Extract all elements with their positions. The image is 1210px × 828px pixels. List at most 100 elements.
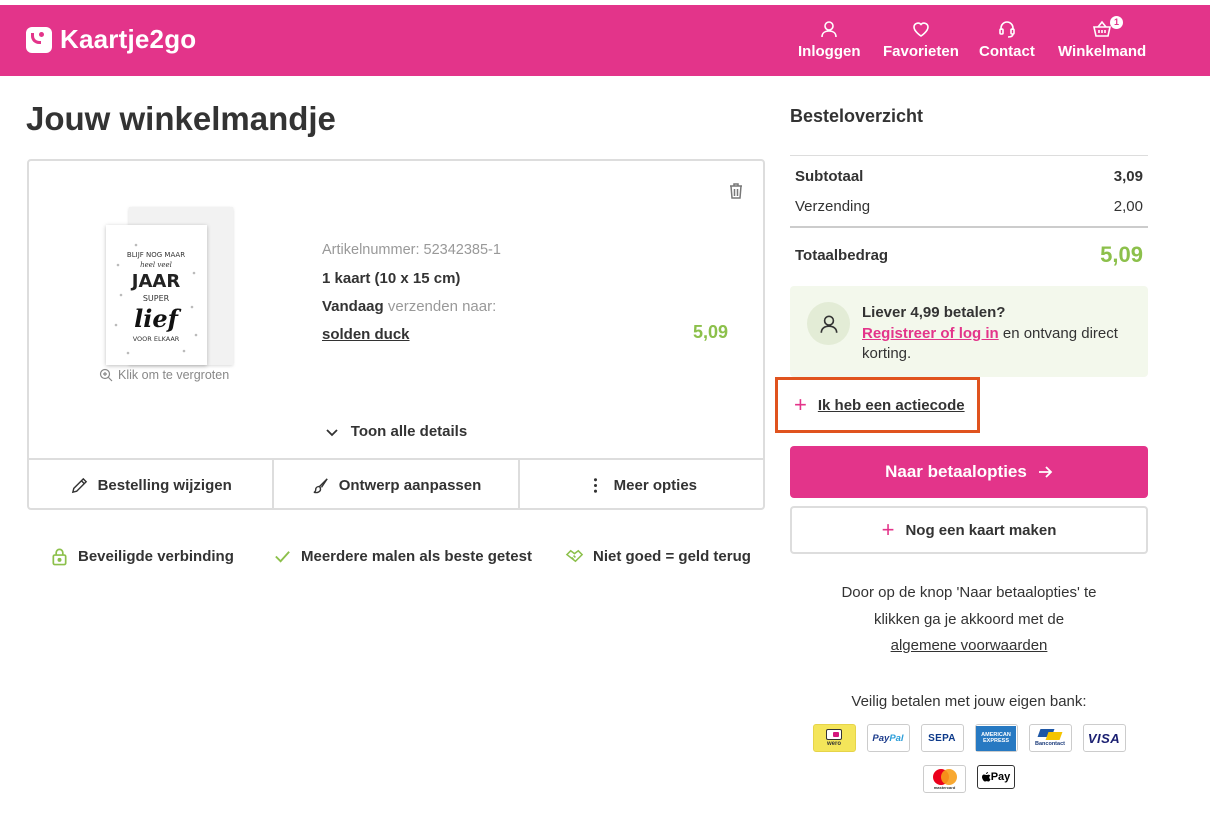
total-label: Totaalbedrag	[795, 246, 889, 264]
summary-title: Besteloverzicht	[790, 106, 924, 126]
wero-icon: wero	[812, 724, 856, 752]
headset-icon	[999, 21, 1015, 38]
handshake-icon	[565, 549, 584, 563]
user-icon	[821, 21, 838, 38]
applepay-icon: Pay	[977, 765, 1015, 789]
payment-methods-row-2: mastercard Pay	[790, 765, 1148, 793]
more-options-button[interactable]: Meer opties	[520, 460, 763, 510]
new-card-button[interactable]: + Nog een kaart maken	[790, 506, 1148, 554]
nav-contact[interactable]: Contact	[979, 19, 1035, 60]
card-art-line-2: heel veel	[140, 261, 172, 269]
check-icon	[275, 551, 290, 563]
article-number: Artikelnummer: 52342385-1	[322, 242, 501, 258]
trash-icon[interactable]	[726, 181, 746, 201]
trust-money-back: Niet goed = geld terug	[565, 547, 751, 566]
checkout-label: Naar betaalopties	[885, 462, 1027, 481]
card-art-line-3: JAAR	[130, 271, 181, 292]
bancontact-icon: Bancontact	[1028, 724, 1072, 752]
summary-divider	[790, 226, 1148, 228]
sepa-icon: SEPA	[920, 724, 964, 752]
amex-icon: AMERICAN EXPRESS	[974, 724, 1018, 752]
zoom-hint-label: Klik om te vergroten	[118, 368, 230, 382]
heart-icon	[913, 22, 929, 37]
terms-notice: Door op de knop 'Naar betaalopties' te k…	[790, 580, 1148, 660]
subtotal-row: Subtotaal 3,09	[795, 168, 1143, 185]
sepa-label: SEPA	[928, 732, 956, 744]
nav-favorites[interactable]: Favorieten	[883, 19, 959, 60]
promo-code-toggle[interactable]: + Ik heb een actiecode	[775, 377, 980, 433]
edit-design-button[interactable]: Ontwerp aanpassen	[274, 460, 520, 510]
plus-icon: +	[881, 517, 895, 542]
card-actions: Bestelling wijzigen Ontwerp aanpassen Me…	[29, 458, 763, 510]
more-vertical-icon	[593, 477, 597, 493]
paypal-label-a: Pay	[872, 732, 890, 744]
register-login-link[interactable]: Registreer of log in	[862, 325, 999, 342]
nav-cart-label: Winkelmand	[1058, 43, 1147, 60]
apple-icon	[981, 771, 991, 781]
nav-contact-label: Contact	[979, 43, 1035, 60]
checkout-button[interactable]: Naar betaalopties	[790, 446, 1148, 498]
more-options-label: Meer opties	[613, 476, 697, 494]
terms-line-2: klikken ga je akkoord met de	[873, 610, 1065, 628]
card-art-line-4: SUPER	[143, 294, 170, 303]
nav-cart[interactable]: 1 Winkelmand	[1058, 16, 1147, 60]
show-details-label: Toon alle details	[350, 423, 468, 440]
zoom-hint[interactable]: Klik om te vergroten	[99, 368, 229, 382]
card-art-line-6: VOOR ELKAAR	[133, 335, 180, 343]
visa-label: VISA	[1087, 730, 1121, 746]
applepay-label: Pay	[990, 771, 1011, 783]
trust-best-tested-label: Meerdere malen als beste getest	[301, 548, 532, 565]
ship-day: Vandaag	[322, 298, 384, 315]
total-value: 5,09	[1100, 242, 1143, 267]
card-thumbnail[interactable]: BLIJF NOG MAAR heel veel JAAR SUPER lief…	[106, 225, 207, 365]
cart-count-badge: 1	[1110, 16, 1123, 29]
page-title: Jouw winkelmandje	[26, 100, 336, 137]
promo-code-label: Ik heb een actiecode	[817, 396, 965, 414]
brush-icon	[313, 477, 328, 493]
nav-favorites-label: Favorieten	[883, 43, 959, 60]
shipping-label: Verzending	[795, 198, 871, 215]
plus-icon: +	[794, 392, 807, 417]
avatar	[807, 302, 850, 345]
nav-login-label: Inloggen	[798, 43, 861, 60]
kaartje2go-logo[interactable]: Kaartje2go	[26, 24, 196, 55]
trust-secure: Beveiligde verbinding	[50, 547, 234, 566]
logo-icon	[26, 26, 52, 53]
payment-methods-row-1: wero Pay Pal SEPA AMERICAN EXPRESS Bancon…	[790, 724, 1148, 752]
edit-design-label: Ontwerp aanpassen	[338, 476, 482, 494]
new-card-label: Nog een kaart maken	[905, 521, 1057, 539]
amex-label: AMERICAN EXPRESS	[976, 725, 1016, 751]
ship-text: verzenden naar:	[387, 298, 497, 315]
paypal-icon: Pay Pal	[866, 724, 910, 752]
top-header: Kaartje2go Inloggen Favorieten Contact 1…	[0, 5, 1210, 76]
promo-title: Liever 4,99 betalen?	[862, 304, 1006, 321]
terms-line-1: Door op de knop 'Naar betaalopties' te	[841, 584, 1097, 601]
bancontact-label: Bancontact	[1035, 741, 1065, 747]
recipient-link[interactable]: solden duck	[322, 326, 410, 343]
card-art-line-1: BLIJF NOG MAAR	[127, 251, 185, 259]
subtotal-label: Subtotaal	[795, 168, 864, 185]
subtotal-value: 3,09	[1113, 168, 1143, 185]
bank-label: Veilig betalen met jouw eigen bank:	[851, 693, 1087, 710]
logo-text: Kaartje2go	[60, 24, 197, 54]
login-promo-box: Liever 4,99 betalen? Registreer of log i…	[790, 286, 1148, 377]
paypal-label-b: Pal	[889, 732, 904, 744]
trust-secure-label: Beveiligde verbinding	[78, 548, 234, 565]
card-art-line-5: lief	[134, 304, 182, 333]
trust-money-back-label: Niet goed = geld terug	[593, 548, 751, 565]
item-price: 5,09	[693, 322, 729, 342]
terms-link[interactable]: algemene voorwaarden	[790, 633, 1148, 660]
show-details-toggle[interactable]: Toon alle details	[29, 423, 763, 440]
edit-order-button[interactable]: Bestelling wijzigen	[29, 460, 275, 510]
mastercard-icon: mastercard	[923, 765, 966, 793]
nav-login[interactable]: Inloggen	[798, 19, 861, 60]
shipping-info: Vandaag verzenden naar:	[322, 298, 496, 315]
mastercard-label: mastercard	[933, 784, 956, 790]
arrow-right-icon	[1038, 466, 1053, 478]
cart-item-card: BLIJF NOG MAAR heel veel JAAR SUPER lief…	[27, 159, 765, 510]
summary-divider-top	[790, 155, 1148, 156]
card-artwork: BLIJF NOG MAAR heel veel JAAR SUPER lief…	[114, 243, 198, 355]
visa-icon: VISA	[1082, 724, 1126, 752]
edit-order-label: Bestelling wijzigen	[97, 476, 232, 494]
total-row: Totaalbedrag 5,09	[795, 242, 1143, 268]
